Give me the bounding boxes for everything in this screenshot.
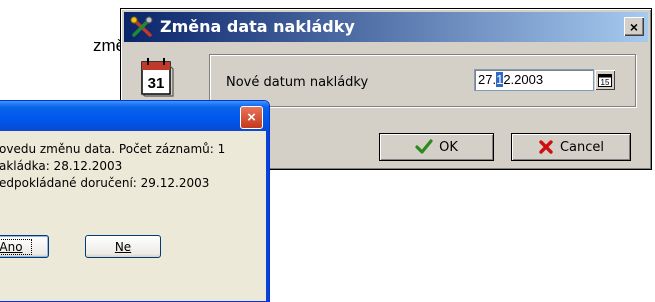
message-line: akládka: 28.12.2003 xyxy=(0,159,123,173)
ok-button[interactable]: OK xyxy=(379,133,494,161)
cancel-x-icon xyxy=(539,140,553,154)
date-label: Nové datum nakládky xyxy=(226,75,369,90)
tools-icon xyxy=(130,16,154,42)
date-value: 27.12.2003 xyxy=(478,72,543,87)
message-line: edpokládané doručení: 29.12.2003 xyxy=(0,176,210,190)
message-box-titlebar[interactable]: × xyxy=(0,101,269,131)
cancel-button[interactable]: Cancel xyxy=(511,133,631,161)
dialog-titlebar[interactable]: Změna data nakládky × xyxy=(124,12,648,42)
close-icon: × xyxy=(629,18,639,35)
message-line: ovedu změnu data. Počet záznamů: 1 xyxy=(0,142,226,156)
date-value-day: 27. xyxy=(478,72,497,87)
yes-label: Ano xyxy=(0,239,23,254)
close-button[interactable]: × xyxy=(240,106,263,129)
ok-label: OK xyxy=(439,139,458,155)
window-frame-right xyxy=(266,131,269,301)
calendar-picker-icon: 15 xyxy=(598,74,612,87)
date-group-box: Nové datum nakládky 27.12.2003 15 xyxy=(209,54,636,107)
calendar-icon: 31 xyxy=(139,55,175,101)
no-label: Ne xyxy=(114,239,132,254)
cancel-label: Cancel xyxy=(559,139,605,155)
no-button[interactable]: Ne xyxy=(85,235,161,258)
confirmation-message-box: × ovedu změnu data. Počet záznamů: 1 akl… xyxy=(0,100,270,302)
date-input[interactable]: 27.12.2003 xyxy=(474,69,594,91)
yes-focus: Ano xyxy=(0,238,32,255)
close-button[interactable]: × xyxy=(624,17,644,36)
close-icon: × xyxy=(247,109,256,126)
date-picker-button[interactable]: 15 xyxy=(595,70,615,90)
picker-icon-day: 15 xyxy=(601,78,610,87)
date-value-rest: 2.2003 xyxy=(503,72,544,87)
checkmark-icon xyxy=(415,139,433,154)
calendar-icon-day: 31 xyxy=(148,75,165,92)
yes-button[interactable]: Ano xyxy=(0,235,49,258)
dialog-title: Změna data nakládky xyxy=(160,17,355,36)
